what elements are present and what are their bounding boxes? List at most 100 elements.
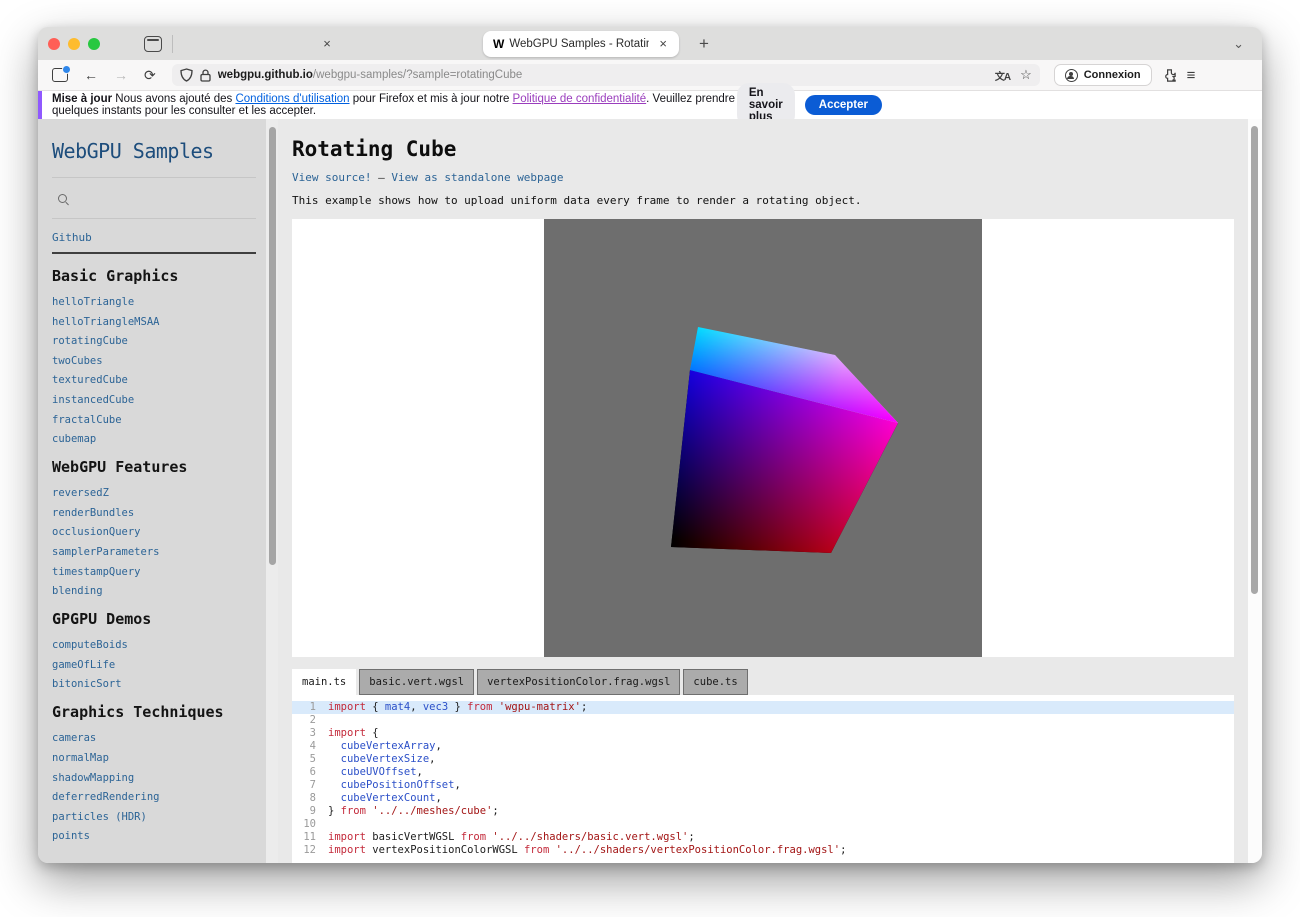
- line-number: 12: [292, 844, 328, 857]
- forward-button[interactable]: →: [106, 67, 136, 83]
- sidebar-item-shadowMapping[interactable]: shadowMapping: [52, 772, 256, 784]
- sidebar-item-twoCubes[interactable]: twoCubes: [52, 355, 256, 367]
- url-path: /webgpu-samples/?sample=rotatingCube: [313, 69, 522, 81]
- active-tab[interactable]: W WebGPU Samples - Rotating Cu ×: [483, 31, 679, 57]
- code-line-6: 6 cubeUVOffset,: [292, 766, 1234, 779]
- code-line-7: 7 cubePositionOffset,: [292, 779, 1234, 792]
- code-panel[interactable]: 1import { mat4, vec3 } from 'wgpu-matrix…: [292, 695, 1234, 863]
- sidebar-item-deferredRendering[interactable]: deferredRendering: [52, 791, 256, 803]
- line-number: 4: [292, 740, 328, 753]
- page-scrollbar-thumb[interactable]: [1251, 126, 1258, 594]
- code-line-4: 4 cubeVertexArray,: [292, 740, 1234, 753]
- maximize-window-button[interactable]: [88, 38, 100, 50]
- standalone-link[interactable]: View as standalone webpage: [391, 171, 563, 184]
- canvas-row: [292, 219, 1234, 657]
- sidebar-scrollbar-thumb[interactable]: [269, 127, 276, 565]
- sidebar-item-gameOfLife[interactable]: gameOfLife: [52, 659, 256, 671]
- url-text[interactable]: webgpu.github.io/webgpu-samples/?sample=…: [218, 69, 995, 81]
- accept-button[interactable]: Accepter: [805, 95, 882, 115]
- sidebar-item-particles-HDR-[interactable]: particles (HDR): [52, 811, 256, 823]
- close-window-button[interactable]: [48, 38, 60, 50]
- source-links: View source! — View as standalone webpag…: [292, 171, 1234, 184]
- code-tab-basic.vert.wgsl[interactable]: basic.vert.wgsl: [359, 669, 474, 695]
- sidebar-scrollbar[interactable]: [266, 119, 278, 863]
- page-content: WebGPU Samples Github Basic Graphics hell…: [38, 119, 1262, 863]
- close-tab-icon[interactable]: ×: [319, 37, 335, 50]
- sidebar-item-fractalCube[interactable]: fractalCube: [52, 414, 256, 426]
- view-source-link[interactable]: View source!: [292, 171, 371, 184]
- code-line-11: 11import basicVertWGSL from '../../shade…: [292, 831, 1234, 844]
- extensions-puzzle-icon[interactable]: [1162, 68, 1177, 83]
- url-domain: webgpu.github.io: [218, 69, 313, 81]
- sidebar-item-computeBoids[interactable]: computeBoids: [52, 639, 256, 651]
- sidebar-section-heading: WebGPU Features: [52, 458, 256, 476]
- terms-link[interactable]: Conditions d'utilisation: [235, 93, 349, 105]
- rotating-cube-canvas: [544, 219, 982, 657]
- sidebar-item-normalMap[interactable]: normalMap: [52, 752, 256, 764]
- tab-list-chevron-icon[interactable]: ⌄: [1225, 36, 1252, 52]
- window-controls: [48, 38, 100, 50]
- github-link[interactable]: Github: [52, 219, 256, 252]
- minimize-window-button[interactable]: [68, 38, 80, 50]
- sidebar-item-helloTriangleMSAA[interactable]: helloTriangleMSAA: [52, 316, 256, 328]
- sidebar-item-occlusionQuery[interactable]: occlusionQuery: [52, 526, 256, 538]
- privacy-link[interactable]: Politique de confidentialité: [513, 93, 647, 105]
- firefox-view-icon[interactable]: [144, 36, 162, 52]
- shield-icon[interactable]: [180, 68, 193, 82]
- search-input[interactable]: [52, 177, 256, 219]
- sidebar-item-timestampQuery[interactable]: timestampQuery: [52, 566, 256, 578]
- new-tab-button[interactable]: +: [693, 34, 715, 54]
- sidebar-item-rotatingCube[interactable]: rotatingCube: [52, 335, 256, 347]
- browser-window: × W WebGPU Samples - Rotating Cu × + ⌄ ←…: [38, 27, 1262, 863]
- line-number: 10: [292, 818, 328, 831]
- sidebar-item-texturedCube[interactable]: texturedCube: [52, 374, 256, 386]
- code-tab-cube.ts[interactable]: cube.ts: [683, 669, 747, 695]
- sidebar-item-renderBundles[interactable]: renderBundles: [52, 507, 256, 519]
- sample-description: This example shows how to upload uniform…: [292, 194, 1234, 207]
- sidebar-item-points[interactable]: points: [52, 830, 256, 842]
- code-tab-vertexPositionColor.frag.wgsl[interactable]: vertexPositionColor.frag.wgsl: [477, 669, 680, 695]
- sidebar-item-cubemap[interactable]: cubemap: [52, 433, 256, 445]
- code-tab-bar: main.tsbasic.vert.wgslvertexPositionColo…: [292, 669, 1234, 695]
- bookmark-star-icon[interactable]: ☆: [1020, 67, 1032, 83]
- sidebar-item-cameras[interactable]: cameras: [52, 732, 256, 744]
- notification-prefix: Mise à jour: [52, 93, 112, 105]
- search-icon: [58, 194, 67, 203]
- line-number: 9: [292, 805, 328, 818]
- line-number: 5: [292, 753, 328, 766]
- sidebar-divider: [52, 252, 256, 254]
- line-number: 7: [292, 779, 328, 792]
- tab-strip: × W WebGPU Samples - Rotating Cu × + ⌄: [38, 27, 1262, 60]
- code-line-9: 9} from '../../meshes/cube';: [292, 805, 1234, 818]
- site-title: WebGPU Samples: [52, 139, 256, 163]
- lock-icon[interactable]: [200, 69, 211, 82]
- sidebar-item-bitonicSort[interactable]: bitonicSort: [52, 678, 256, 690]
- terms-notification-bar: Mise à jour Nous avons ajouté des Condit…: [38, 91, 1262, 119]
- line-number: 6: [292, 766, 328, 779]
- menu-hamburger-icon[interactable]: ≡: [1181, 67, 1202, 84]
- line-number: 2: [292, 714, 328, 727]
- notification-text: Mise à jour Nous avons ajouté des Condit…: [52, 93, 737, 117]
- sidebar-section-heading: GPGPU Demos: [52, 610, 256, 628]
- back-button[interactable]: ←: [76, 67, 106, 83]
- sidebar-item-instancedCube[interactable]: instancedCube: [52, 394, 256, 406]
- translate-icon[interactable]: 文A: [995, 68, 1010, 83]
- page-scrollbar[interactable]: [1248, 119, 1262, 863]
- sidebar-section-heading: Basic Graphics: [52, 267, 256, 285]
- code-line-12: 12import vertexPositionColorWGSL from '.…: [292, 844, 1234, 857]
- sidebar-item-blending[interactable]: blending: [52, 585, 256, 597]
- line-number: 8: [292, 792, 328, 805]
- code-line-8: 8 cubeVertexCount,: [292, 792, 1234, 805]
- main-panel: Rotating Cube View source! — View as sta…: [278, 119, 1248, 863]
- connexion-label: Connexion: [1084, 69, 1141, 81]
- line-number: 11: [292, 831, 328, 844]
- code-tab-main.ts[interactable]: main.ts: [292, 669, 356, 695]
- sidebar-item-reversedZ[interactable]: reversedZ: [52, 487, 256, 499]
- reload-button[interactable]: ⟳: [136, 67, 164, 84]
- close-tab-icon[interactable]: ×: [655, 37, 671, 50]
- account-icon: [1065, 69, 1078, 82]
- sidebar-item-samplerParameters[interactable]: samplerParameters: [52, 546, 256, 558]
- background-tab[interactable]: ×: [177, 31, 477, 57]
- tab-manager-icon[interactable]: [52, 68, 68, 82]
- sidebar-item-helloTriangle[interactable]: helloTriangle: [52, 296, 256, 308]
